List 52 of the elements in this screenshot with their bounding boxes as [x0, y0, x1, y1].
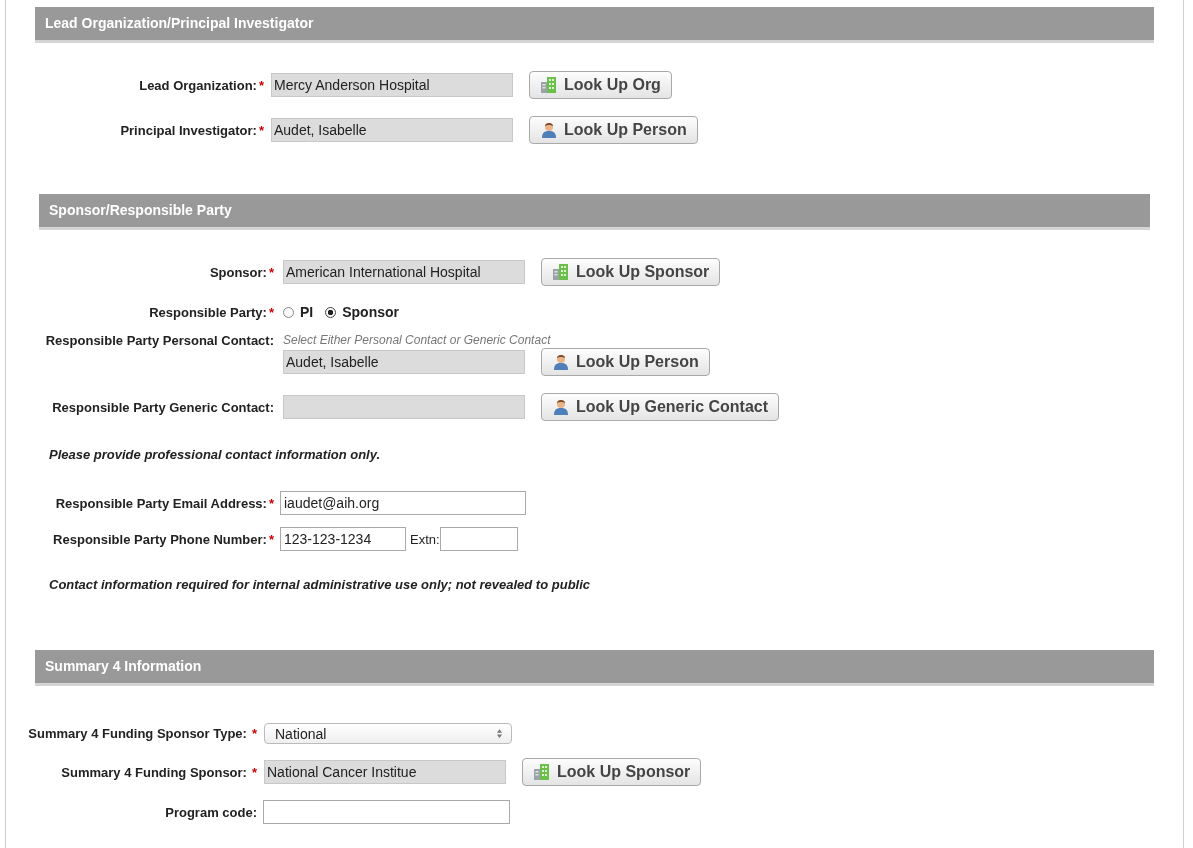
required-marker: * [268, 531, 274, 547]
field-label: Program code: [165, 804, 257, 820]
required-marker: * [258, 122, 264, 138]
required-marker: * [251, 764, 257, 780]
notice-text: Contact information required for internal administrative use only; not revealed to public [49, 576, 592, 594]
lookup-button[interactable]: Look Up Org [529, 71, 672, 99]
building-icon [540, 76, 558, 94]
radio-option[interactable]: Sponsor [325, 304, 399, 320]
extension-field[interactable] [439, 527, 518, 551]
person-icon [552, 398, 570, 416]
lookup-button[interactable]: Look Up Sponsor [541, 258, 721, 286]
readonly-field[interactable]: American International Hospital [283, 260, 525, 284]
section-header: Lead Organization/Principal Investigator [35, 7, 1154, 43]
field-label: Responsible Party Email Address: [55, 495, 267, 511]
required-marker: * [268, 304, 274, 320]
person-icon [540, 121, 558, 139]
field-label: Summary 4 Funding Sponsor Type: [28, 726, 247, 741]
dropdown-field[interactable]: National [264, 723, 512, 744]
lookup-button[interactable]: Look Up Generic Contact [541, 393, 780, 421]
lookup-button[interactable]: Look Up Sponsor [522, 758, 702, 786]
field-label: Lead Organization: [139, 77, 257, 93]
stepper-arrows-icon [496, 728, 503, 739]
readonly-field[interactable]: Mercy Anderson Hospital [271, 73, 513, 97]
readonly-field[interactable] [283, 395, 525, 419]
person-icon [552, 353, 570, 371]
text-field[interactable] [263, 800, 510, 824]
radio-option[interactable]: PI [283, 304, 314, 320]
lookup-button[interactable]: Look Up Person [529, 116, 698, 144]
required-marker: * [268, 495, 274, 511]
field-label: Responsible Party Phone Number: [53, 531, 267, 547]
field-label: Responsible Party: [149, 304, 267, 320]
field-label: Sponsor: [209, 264, 267, 280]
notice-text: Please provide professional contact information only. [49, 446, 382, 464]
section-header: Sponsor/Responsible Party [39, 194, 1150, 230]
hint-text: Select Either Personal Contact or Generic Contact [283, 332, 552, 348]
field-label: Responsible Party Personal Contact: [45, 333, 274, 348]
required-marker: * [268, 264, 274, 280]
readonly-field[interactable]: Audet, Isabelle [271, 118, 513, 142]
phone-field[interactable]: 123-123-1234 [280, 527, 406, 551]
readonly-field[interactable]: National Cancer Institue [264, 760, 506, 784]
text-field[interactable]: iaudet@aih.org [280, 491, 526, 515]
field-label: Responsible Party Generic Contact: [52, 399, 274, 415]
field-label: Extn: [410, 531, 440, 547]
section-header: Summary 4 Information [35, 650, 1154, 686]
field-label: Summary 4 Funding Sponsor: [61, 764, 247, 780]
building-icon [552, 263, 570, 281]
readonly-field[interactable]: Audet, Isabelle [283, 350, 525, 374]
building-icon [533, 763, 551, 781]
field-label: Principal Investigator: [120, 122, 257, 138]
lookup-button[interactable]: Look Up Person [541, 348, 710, 376]
required-marker: * [251, 726, 257, 741]
required-marker: * [258, 77, 264, 93]
